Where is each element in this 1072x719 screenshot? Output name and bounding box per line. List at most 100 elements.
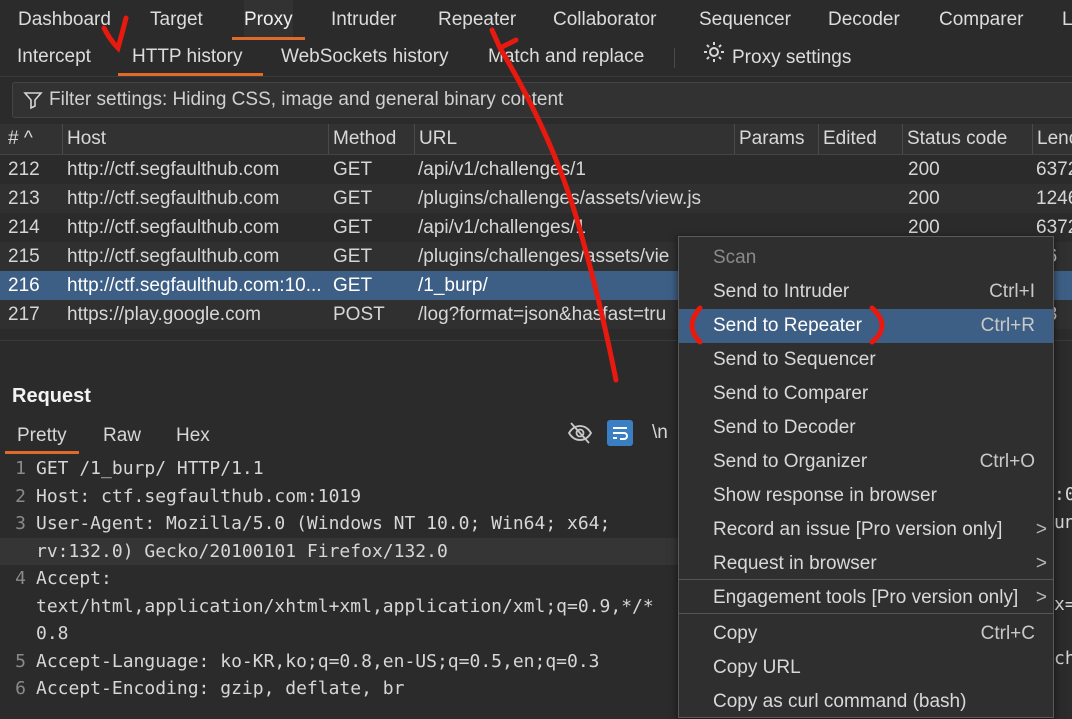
row-number: 213: [8, 188, 40, 209]
tab-sequencer[interactable]: Sequencer: [699, 0, 791, 40]
tab-target[interactable]: Target: [150, 0, 203, 40]
row-host: http://ctf.segfaulthub.com: [67, 217, 280, 238]
request-editor[interactable]: 1 GET /1_burp/ HTTP/1.1 2 Host: ctf.segfaul…: [0, 455, 680, 708]
subtab-http-history[interactable]: HTTP history: [118, 40, 262, 76]
line-number: 2: [15, 485, 26, 507]
proxy-settings-button[interactable]: Proxy settings: [702, 40, 851, 74]
tab-decoder[interactable]: Decoder: [828, 0, 900, 40]
col-params[interactable]: Params: [734, 124, 819, 154]
tab-collaborator[interactable]: Collaborator: [553, 0, 657, 40]
tab-hex[interactable]: Hex: [176, 423, 210, 453]
subnav-separator: [674, 48, 675, 68]
editor-line: 5 Accept-Language: ko-KR,ko;q=0.8,en-US;q…: [0, 648, 680, 675]
row-method: GET: [333, 217, 373, 238]
context-menu: Scan Send to Intruder Ctrl+I Send to Repeat…: [678, 236, 1054, 718]
row-host: http://ctf.segfaulthub.com: [67, 159, 280, 180]
menu-item-label: Send to Sequencer: [713, 349, 876, 370]
row-length: 1246: [1036, 188, 1072, 209]
subtab-intercept[interactable]: Intercept: [17, 40, 91, 74]
line-number: 3: [15, 513, 26, 534]
table-row[interactable]: 213 http://ctf.segfaulthub.com GET/plugins…: [0, 184, 1072, 213]
wrap-lines-icon[interactable]: [607, 420, 633, 446]
gear-icon: [702, 40, 726, 76]
row-method: GET: [333, 188, 373, 209]
row-method: GET: [333, 246, 373, 267]
row-number: 214: [8, 217, 40, 238]
menu-item-label: Copy URL: [713, 657, 801, 678]
editor-line: 4 Accept:: [0, 565, 680, 592]
line-code: text/html,application/xhtml+xml,applicat…: [36, 595, 654, 617]
tab-intruder[interactable]: Intruder: [331, 0, 396, 40]
editor-line: text/html,application/xhtml+xml,applicat…: [0, 593, 680, 620]
submenu-chevron-icon: >: [1035, 519, 1047, 540]
tab-repeater[interactable]: Repeater: [438, 0, 516, 40]
tab-proxy[interactable]: Proxy: [232, 0, 305, 40]
row-method: POST: [333, 304, 385, 325]
line-number: 4: [15, 568, 26, 589]
menu-item-label: Send to Organizer: [713, 451, 868, 472]
subtab-websockets-history[interactable]: WebSockets history: [281, 40, 449, 74]
filter-settings-bar[interactable]: Filter settings: Hiding CSS, image and g…: [12, 82, 1072, 118]
editor-line: 1 GET /1_burp/ HTTP/1.1: [0, 455, 680, 482]
menu-item-shortcut: Ctrl+I: [989, 281, 1035, 302]
table-row[interactable]: 212 http://ctf.segfaulthub.com GET/api/v1/…: [0, 155, 1072, 184]
editor-line: 3 User-Agent: Mozilla/5.0 (Windows NT 10.…: [0, 510, 680, 537]
hide-icon[interactable]: [566, 420, 594, 452]
menu-item-copy-as-curl-command-bash[interactable]: Copy as curl command (bash): [679, 685, 1053, 719]
row-host: http://ctf.segfaulthub.com:10...: [67, 275, 322, 296]
tab-raw[interactable]: Raw: [103, 423, 141, 453]
menu-item-label: Copy as curl command (bash): [713, 691, 967, 712]
menu-separator: [679, 613, 1053, 614]
col-status-code[interactable]: Status code: [902, 124, 1033, 154]
menu-item-label: Engagement tools [Pro version only]: [713, 587, 1019, 608]
menu-item-engagement-tools-pro-version-only[interactable]: Engagement tools [Pro version only] >: [679, 581, 1053, 615]
submenu-chevron-icon: >: [1035, 587, 1047, 608]
menu-item-send-to-decoder[interactable]: Send to Decoder: [679, 411, 1053, 445]
menu-item-scan: Scan: [679, 241, 1053, 275]
menu-item-send-to-repeater[interactable]: Send to Repeater Ctrl+R: [679, 309, 1053, 343]
col-length[interactable]: Lenc: [1032, 124, 1072, 154]
row-status-code: 200: [908, 188, 940, 209]
row-method: GET: [333, 275, 373, 296]
row-method: GET: [333, 159, 373, 180]
proxy-subnavigation: Intercept HTTP history WebSockets histor…: [0, 40, 1072, 77]
col-method[interactable]: Method: [328, 124, 415, 154]
tab-overflow[interactable]: L: [1062, 0, 1072, 40]
row-host: http://ctf.segfaulthub.com: [67, 246, 280, 267]
menu-item-copy[interactable]: Copy Ctrl+C: [679, 617, 1053, 651]
menu-item-label: Send to Decoder: [713, 417, 856, 438]
editor-line: 0.8: [0, 620, 680, 647]
menu-item-label: Scan: [713, 247, 757, 268]
menu-item-copy-url[interactable]: Copy URL: [679, 651, 1053, 685]
row-host: http://ctf.segfaulthub.com: [67, 188, 280, 209]
menu-item-label: Record an issue [Pro version only]: [713, 519, 1003, 540]
col-edited[interactable]: Edited: [818, 124, 903, 154]
col-number[interactable]: # ^: [0, 124, 66, 154]
menu-item-label: Show response in browser: [713, 485, 937, 506]
line-code: Accept:: [36, 568, 112, 589]
submenu-chevron-icon: >: [1035, 553, 1047, 574]
row-length: 6372: [1036, 159, 1072, 180]
col-host[interactable]: Host: [62, 124, 329, 154]
line-number: 1: [15, 458, 26, 479]
tab-dashboard[interactable]: Dashboard: [18, 0, 111, 40]
tab-comparer[interactable]: Comparer: [939, 0, 1023, 40]
menu-item-request-in-browser[interactable]: Request in browser >: [679, 547, 1053, 581]
line-code: rv:132.0) Gecko/20100101 Firefox/132.0: [36, 540, 448, 562]
row-host: https://play.google.com: [67, 304, 261, 325]
filter-settings-text: Filter settings: Hiding CSS, image and g…: [49, 89, 564, 110]
menu-item-show-response-in-browser[interactable]: Show response in browser: [679, 479, 1053, 513]
newline-toggle[interactable]: \n: [652, 422, 668, 444]
line-code: User-Agent: Mozilla/5.0 (Windows NT 10.0…: [36, 513, 611, 534]
row-status-code: 200: [908, 159, 940, 180]
menu-item-send-to-intruder[interactable]: Send to Intruder Ctrl+I: [679, 275, 1053, 309]
menu-item-send-to-sequencer[interactable]: Send to Sequencer: [679, 343, 1053, 377]
line-code: 0.8: [36, 623, 69, 644]
menu-item-record-an-issue-pro-version-only[interactable]: Record an issue [Pro version only] >: [679, 513, 1053, 547]
menu-item-send-to-organizer[interactable]: Send to Organizer Ctrl+O: [679, 445, 1053, 479]
subtab-match-and-replace[interactable]: Match and replace: [488, 40, 644, 74]
menu-item-send-to-comparer[interactable]: Send to Comparer: [679, 377, 1053, 411]
line-number: 6: [15, 678, 26, 699]
col-url[interactable]: URL: [414, 124, 735, 154]
tab-pretty[interactable]: Pretty: [5, 423, 79, 454]
